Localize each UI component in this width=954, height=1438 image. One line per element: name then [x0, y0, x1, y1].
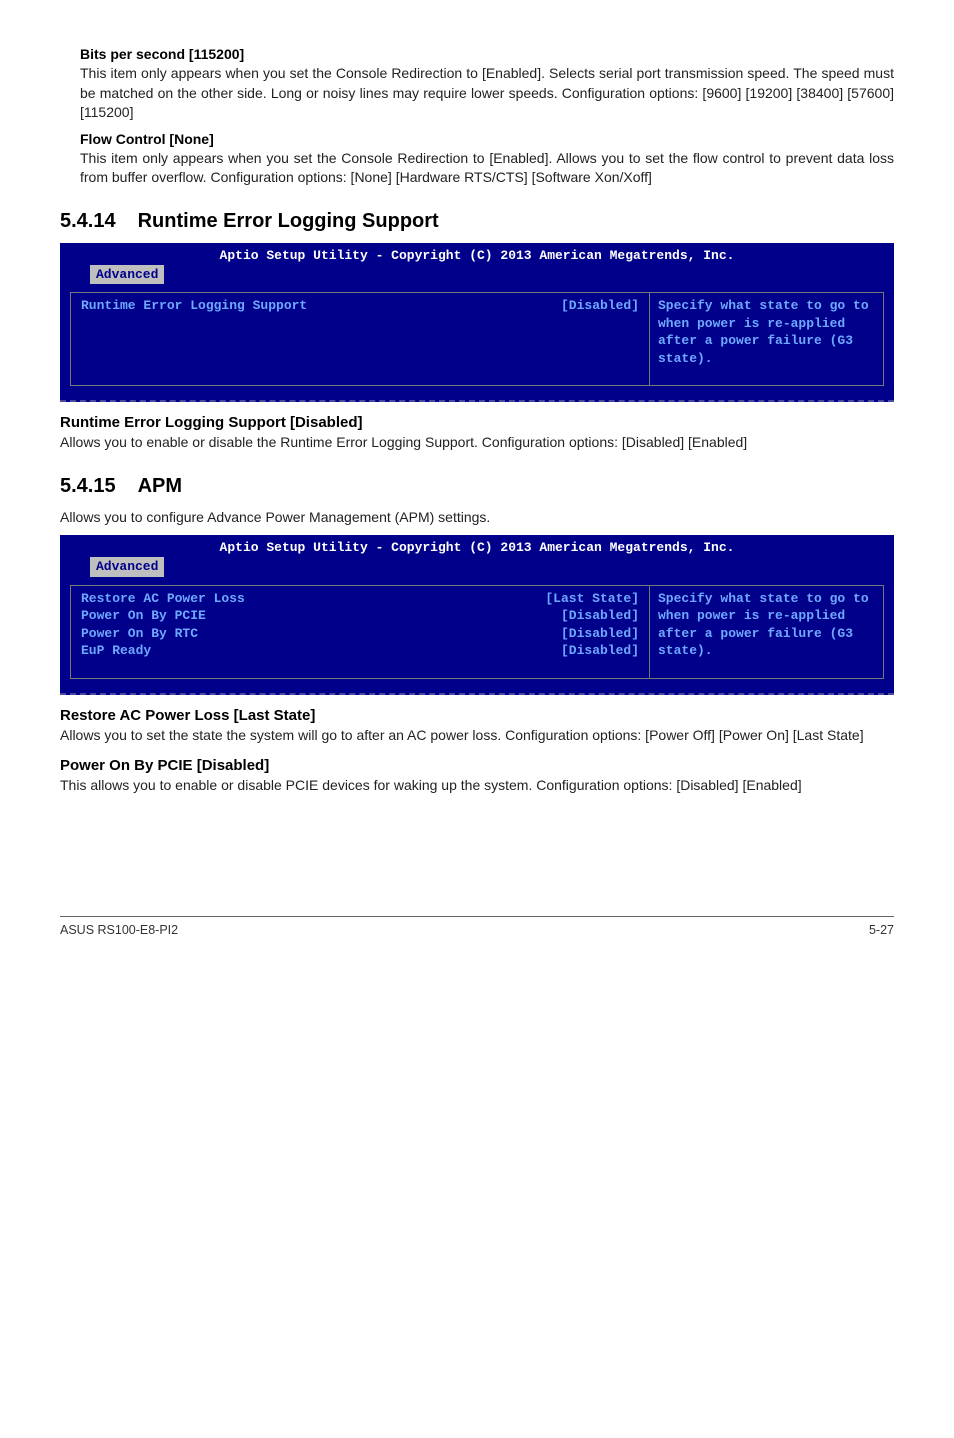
- section-2-number: 5.4.15: [60, 475, 116, 498]
- bios-1-left-panel: Runtime Error Logging Support [Disabled]: [70, 292, 649, 386]
- section-1-heading: 5.4.14 Runtime Error Logging Support: [60, 210, 894, 233]
- footer-right: 5-27: [869, 923, 894, 937]
- bits-per-second-text: This item only appears when you set the …: [80, 64, 894, 123]
- bios-2-row-3-label: EuP Ready: [81, 642, 151, 660]
- section-1-number: 5.4.14: [60, 210, 116, 233]
- section-2-title: APM: [138, 475, 182, 498]
- bios-2-header: Aptio Setup Utility - Copyright (C) 2013…: [60, 535, 894, 557]
- power-on-pcie-text: This allows you to enable or disable PCI…: [60, 776, 894, 796]
- bios-2-row-2: Power On By RTC [Disabled]: [81, 625, 639, 643]
- footer-left: ASUS RS100-E8-PI2: [60, 923, 178, 937]
- flow-control-heading: Flow Control [None]: [80, 131, 894, 147]
- bios-2-tab-advanced: Advanced: [90, 557, 164, 577]
- bios-2-row-0-value: [Last State]: [545, 590, 639, 608]
- bios-2-row-2-value: [Disabled]: [561, 625, 639, 643]
- power-on-pcie-heading: Power On By PCIE [Disabled]: [60, 757, 894, 774]
- runtime-error-sub-heading: Runtime Error Logging Support [Disabled]: [60, 414, 894, 431]
- page-footer: ASUS RS100-E8-PI2 5-27: [60, 916, 894, 937]
- bios-2-row-1-value: [Disabled]: [561, 607, 639, 625]
- bios-2-row-3: EuP Ready [Disabled]: [81, 642, 639, 660]
- section-2-heading: 5.4.15 APM: [60, 475, 894, 498]
- bios-2-row-1: Power On By PCIE [Disabled]: [81, 607, 639, 625]
- restore-ac-heading: Restore AC Power Loss [Last State]: [60, 707, 894, 724]
- bios-2-left-panel: Restore AC Power Loss [Last State] Power…: [70, 585, 649, 679]
- bios-2-tabrow: Advanced: [60, 557, 894, 579]
- restore-ac-text: Allows you to set the state the system w…: [60, 726, 894, 746]
- bios-1-tabrow: Advanced: [60, 265, 894, 287]
- bios-screenshot-1: Aptio Setup Utility - Copyright (C) 2013…: [60, 243, 894, 402]
- bios-1-tab-advanced: Advanced: [90, 265, 164, 285]
- bios-2-help-panel: Specify what state to go to when power i…: [649, 585, 884, 679]
- bios-1-header: Aptio Setup Utility - Copyright (C) 2013…: [60, 243, 894, 265]
- bios-2-row-0: Restore AC Power Loss [Last State]: [81, 590, 639, 608]
- section-1-title: Runtime Error Logging Support: [138, 210, 439, 233]
- bios-2-row-0-label: Restore AC Power Loss: [81, 590, 245, 608]
- bios-screenshot-2: Aptio Setup Utility - Copyright (C) 2013…: [60, 535, 894, 694]
- bios-2-row-2-label: Power On By RTC: [81, 625, 198, 643]
- section-2-intro: Allows you to configure Advance Power Ma…: [60, 508, 894, 528]
- bios-1-row-0-label: Runtime Error Logging Support: [81, 297, 307, 315]
- bios-1-row-0-value: [Disabled]: [561, 297, 639, 315]
- bios-1-help-panel: Specify what state to go to when power i…: [649, 292, 884, 386]
- flow-control-text: This item only appears when you set the …: [80, 149, 894, 188]
- bits-per-second-heading: Bits per second [115200]: [80, 46, 894, 62]
- runtime-error-sub-text: Allows you to enable or disable the Runt…: [60, 433, 894, 453]
- bios-2-row-1-label: Power On By PCIE: [81, 607, 206, 625]
- bios-2-row-3-value: [Disabled]: [561, 642, 639, 660]
- bios-1-row-0: Runtime Error Logging Support [Disabled]: [81, 297, 639, 315]
